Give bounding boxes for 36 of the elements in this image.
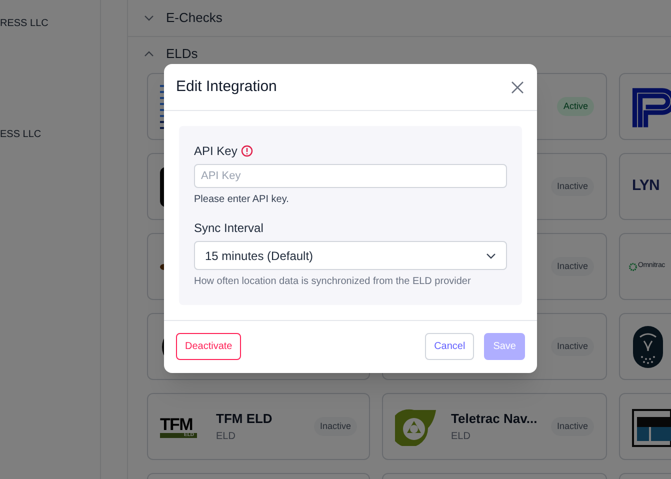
chevron-down-icon [144,13,154,23]
sync-interval-dropdown[interactable]: 15 minutes (Default) [194,241,507,270]
close-icon [510,80,524,94]
status-badge: Active [557,96,594,116]
field-label: Sync Interval [194,220,264,237]
dialog-title: Edit Integration [176,76,277,97]
owl-logo-icon [632,324,664,368]
status-badge: Inactive [314,416,357,436]
integration-type: ELD [216,430,236,444]
error-message: Please enter API key. [194,193,290,207]
status-badge: Inactive [550,256,594,276]
company-name[interactable]: ESS LLC [0,127,100,142]
chevron-up-icon [144,48,154,58]
itk-logo-icon [632,406,671,446]
status-badge: Inactive [550,176,594,196]
company-name[interactable]: RESS LLC [0,16,100,31]
logo-text: LYN [632,176,660,196]
integration-card[interactable]: LYN [619,153,671,220]
helper-text: How often location data is synchronized from the ELD provider [194,275,472,289]
section-header[interactable]: E-Checks [144,8,222,28]
integration-type: ELD [451,430,472,444]
field-label: API Key [194,143,238,160]
status-badge: Inactive [550,336,594,356]
chevron-down-icon [486,250,496,260]
logo-text: TFM [160,416,192,432]
status-badge: Inactive [550,416,594,436]
close-button[interactable] [509,79,525,95]
section-header[interactable]: ELDs [144,44,198,64]
teletrac-logo-icon [395,408,437,446]
flower-logo-icon [629,262,637,270]
cancel-button[interactable]: Cancel [425,333,474,360]
integration-name: Teletrac Nav... [451,410,538,428]
api-key-field[interactable]: API Key [194,164,507,188]
integration-name: TFM ELD [216,410,274,428]
deactivate-button[interactable]: Deactivate [176,333,242,360]
integration-card[interactable]: Teletrac Nav... ELD Inactive [382,393,607,460]
